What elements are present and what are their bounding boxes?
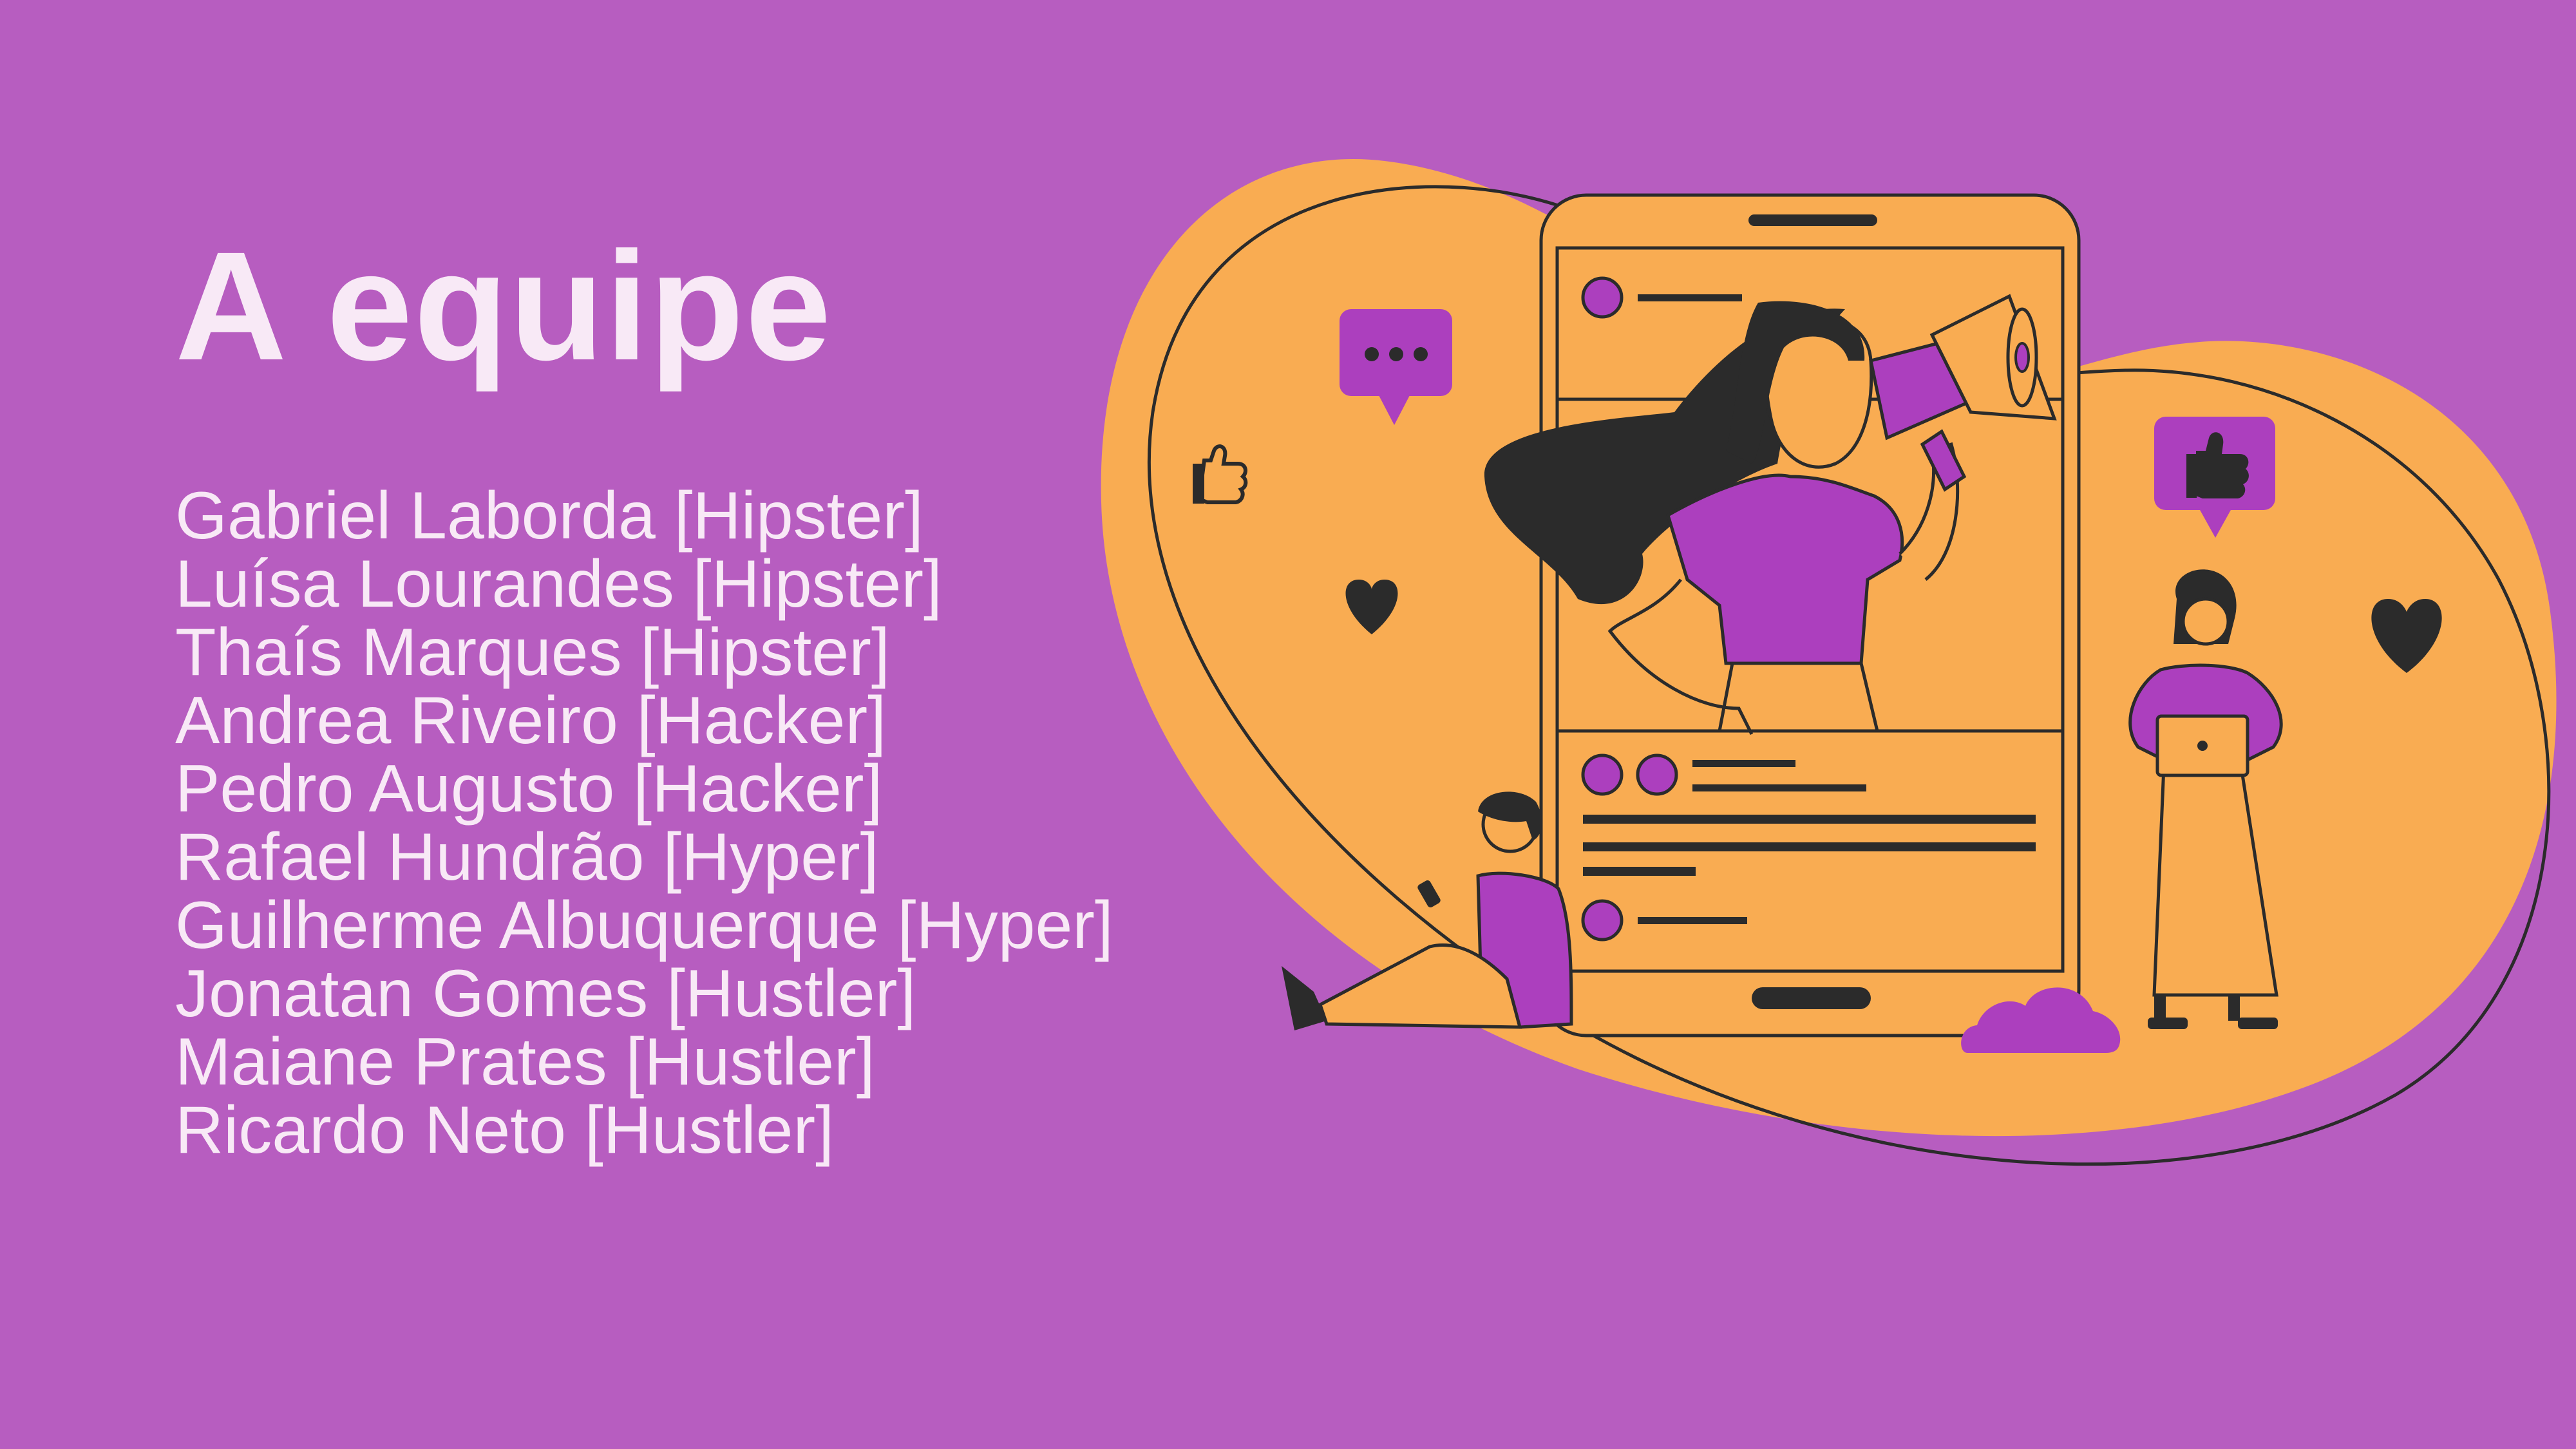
laptop-icon: [2155, 714, 2249, 777]
social-media-illustration: [1101, 159, 2557, 1166]
